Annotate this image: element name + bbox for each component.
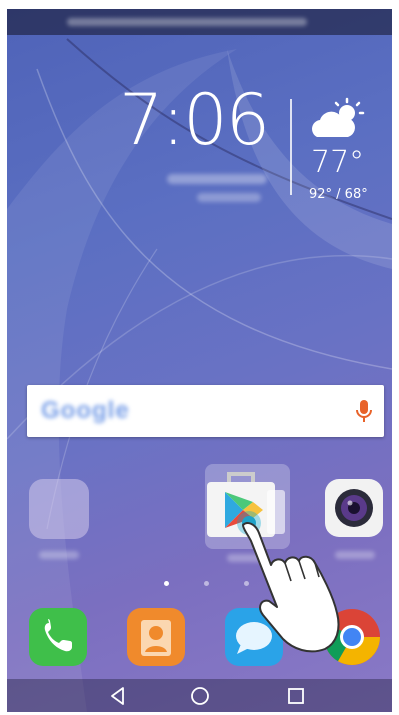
recents-square-icon[interactable] [285, 685, 307, 707]
folder-icon [29, 479, 89, 539]
phone-icon [44, 619, 72, 652]
location-text-blurred [197, 193, 261, 202]
page-dot-active [164, 581, 169, 586]
hand-pointer-icon [237, 511, 340, 653]
navigation-bar [7, 679, 392, 712]
status-bar [7, 9, 392, 35]
home-circle-icon[interactable] [189, 685, 211, 707]
back-triangle-icon[interactable] [107, 685, 129, 707]
contacts-app[interactable] [127, 608, 185, 666]
app-label-blurred [39, 551, 79, 559]
phone-app[interactable] [29, 608, 87, 666]
temperature-range: 92° / 68° [309, 187, 368, 202]
microphone-icon[interactable] [353, 397, 375, 425]
date-text-blurred [167, 174, 267, 184]
partly-cloudy-sun-icon[interactable] [309, 97, 369, 147]
contacts-icon [141, 620, 171, 656]
temperature[interactable]: 77° [311, 145, 364, 180]
app-folder[interactable] [29, 479, 89, 559]
status-text-blurred [67, 18, 307, 26]
clock-time[interactable]: 7:06 [119, 85, 270, 155]
google-logo: Google [41, 397, 130, 424]
clock-weather-divider [290, 99, 292, 195]
phone-screen: 7:06 77° 92° / 68° Google [7, 9, 392, 712]
page-dot [204, 581, 209, 586]
google-search-bar[interactable]: Google [27, 385, 384, 437]
